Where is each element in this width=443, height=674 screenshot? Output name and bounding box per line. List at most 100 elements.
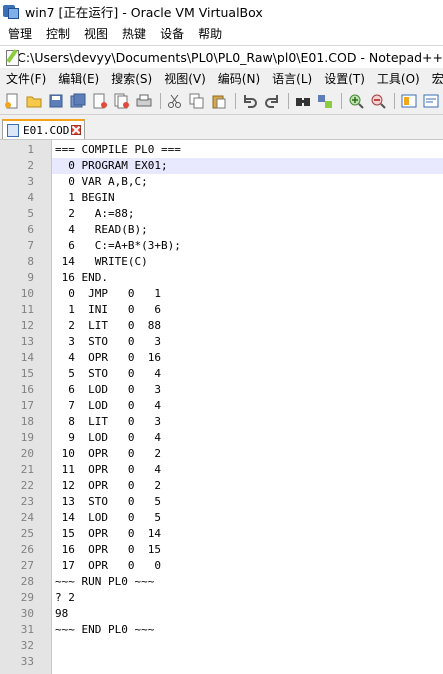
editor-line[interactable]: 16 6 LOD 0 3	[0, 382, 443, 398]
vb-menu-help[interactable]: 帮助	[198, 25, 222, 42]
line-number: 14	[20, 351, 34, 364]
word-wrap-icon[interactable]	[422, 92, 440, 110]
editor-line[interactable]: 18 8 LIT 0 3	[0, 414, 443, 430]
vb-menu-devices[interactable]: 设备	[160, 25, 184, 42]
editor-line[interactable]: 15 5 STO 0 4	[0, 366, 443, 382]
line-text: 1 BEGIN	[55, 191, 115, 204]
open-file-icon[interactable]	[25, 92, 43, 110]
line-number: 20	[20, 447, 34, 460]
editor-line[interactable]: 28 ~~~ RUN PL0 ~~~	[0, 574, 443, 590]
toolbar-separator	[394, 93, 395, 109]
line-number: 17	[20, 399, 34, 412]
notepadpp-icon	[4, 49, 19, 66]
line-text: 12 OPR 0 2	[55, 479, 161, 492]
menu-encoding[interactable]: 编码(N)	[218, 70, 260, 87]
line-text: 17 OPR 0 0	[55, 559, 161, 572]
editor-line[interactable]: 6 4 READ(B);	[0, 222, 443, 238]
line-text: 0 PROGRAM EX01;	[55, 159, 168, 172]
menu-settings[interactable]: 设置(T)	[324, 70, 365, 87]
editor-line[interactable]: 4 1 BEGIN	[0, 190, 443, 206]
vb-menu-view[interactable]: 视图	[84, 25, 108, 42]
save-icon[interactable]	[47, 92, 65, 110]
notepadpp-titlebar: C:\Users\devyy\Documents\PL0\PL0_Raw\pl0…	[0, 45, 443, 68]
line-text: 14 WRITE(C)	[55, 255, 148, 268]
menu-tools[interactable]: 工具(O)	[377, 70, 420, 87]
editor-line[interactable]: 17 7 LOD 0 4	[0, 398, 443, 414]
line-text: 16 END.	[55, 271, 108, 284]
editor-line[interactable]: 21 11 OPR 0 4	[0, 462, 443, 478]
editor-line[interactable]: 30 98	[0, 606, 443, 622]
editor-line[interactable]: 29 ? 2	[0, 590, 443, 606]
line-text: 2 LIT 0 88	[55, 319, 161, 332]
undo-icon[interactable]	[241, 92, 259, 110]
save-all-icon[interactable]	[69, 92, 87, 110]
zoom-in-icon[interactable]	[347, 92, 365, 110]
line-number: 26	[20, 543, 34, 556]
editor-line[interactable]: 5 2 A:=88;	[0, 206, 443, 222]
line-number: 12	[20, 319, 34, 332]
editor-line[interactable]: 32	[0, 638, 443, 654]
notepadpp-menubar: 文件(F) 编辑(E) 搜索(S) 视图(V) 编码(N) 语言(L) 设置(T…	[0, 68, 443, 88]
menu-search[interactable]: 搜索(S)	[111, 70, 152, 87]
editor[interactable]: 1 === COMPILE PL0 === 2 0 PROGRAM EX01; 3 0…	[0, 140, 443, 674]
editor-line[interactable]: 33	[0, 654, 443, 670]
vb-menu-manage[interactable]: 管理	[8, 25, 32, 42]
menu-file[interactable]: 文件(F)	[6, 70, 46, 87]
menu-edit[interactable]: 编辑(E)	[58, 70, 99, 87]
line-number: 21	[20, 463, 34, 476]
sync-scroll-icon[interactable]	[400, 92, 418, 110]
menu-language[interactable]: 语言(L)	[272, 70, 312, 87]
editor-line[interactable]: 20 10 OPR 0 2	[0, 446, 443, 462]
editor-line[interactable]: 12 2 LIT 0 88	[0, 318, 443, 334]
editor-line[interactable]: 9 16 END.	[0, 270, 443, 286]
line-number: 10	[20, 287, 34, 300]
line-number: 32	[20, 639, 34, 652]
editor-line[interactable]: 19 9 LOD 0 4	[0, 430, 443, 446]
editor-line[interactable]: 11 1 INI 0 6	[0, 302, 443, 318]
close-file-icon[interactable]	[91, 92, 109, 110]
editor-line[interactable]: 25 15 OPR 0 14	[0, 526, 443, 542]
line-text: 16 OPR 0 15	[55, 543, 161, 556]
menu-view[interactable]: 视图(V)	[164, 70, 206, 87]
line-number: 16	[20, 383, 34, 396]
editor-line[interactable]: 2 0 PROGRAM EX01;	[0, 158, 443, 174]
copy-icon[interactable]	[188, 92, 206, 110]
replace-icon[interactable]	[316, 92, 334, 110]
toolbar-separator	[160, 93, 161, 109]
editor-line[interactable]: 14 4 OPR 0 16	[0, 350, 443, 366]
editor-line[interactable]: 8 14 WRITE(C)	[0, 254, 443, 270]
line-number: 33	[20, 655, 34, 668]
editor-line[interactable]: 23 13 STO 0 5	[0, 494, 443, 510]
tab-e01-cod[interactable]: E01.COD	[2, 119, 85, 139]
editor-line[interactable]: 26 16 OPR 0 15	[0, 542, 443, 558]
editor-line[interactable]: 27 17 OPR 0 0	[0, 558, 443, 574]
vb-menu-control[interactable]: 控制	[46, 25, 70, 42]
editor-line[interactable]: 1 === COMPILE PL0 ===	[0, 142, 443, 158]
zoom-out-icon[interactable]	[369, 92, 387, 110]
redo-icon[interactable]	[263, 92, 281, 110]
line-number: 5	[27, 207, 34, 220]
editor-line[interactable]: 31 ~~~ END PL0 ~~~	[0, 622, 443, 638]
print-icon[interactable]	[135, 92, 153, 110]
cut-icon[interactable]	[166, 92, 184, 110]
line-number: 31	[20, 623, 34, 636]
menu-macro[interactable]: 宏	[432, 70, 443, 87]
close-all-icon[interactable]	[113, 92, 131, 110]
toolbar-separator	[235, 93, 236, 109]
editor-line[interactable]: 10 0 JMP 0 1	[0, 286, 443, 302]
editor-line[interactable]: 13 3 STO 0 3	[0, 334, 443, 350]
vb-menu-hotkeys[interactable]: 热键	[122, 25, 146, 42]
paste-icon[interactable]	[210, 92, 228, 110]
editor-line[interactable]: 7 6 C:=A+B*(3+B);	[0, 238, 443, 254]
line-number: 9	[27, 271, 34, 284]
line-number: 19	[20, 431, 34, 444]
editor-line[interactable]: 24 14 LOD 0 5	[0, 510, 443, 526]
line-number: 6	[27, 223, 34, 236]
editor-line[interactable]: 22 12 OPR 0 2	[0, 478, 443, 494]
virtualbox-titlebar: win7 [正在运行] - Oracle VM VirtualBox	[0, 0, 443, 22]
close-tab-icon[interactable]	[71, 125, 82, 135]
find-icon[interactable]	[294, 92, 312, 110]
editor-line[interactable]: 3 0 VAR A,B,C;	[0, 174, 443, 190]
new-file-icon[interactable]	[3, 92, 21, 110]
editor-lines: 1 === COMPILE PL0 === 2 0 PROGRAM EX01; 3 0…	[0, 142, 443, 670]
